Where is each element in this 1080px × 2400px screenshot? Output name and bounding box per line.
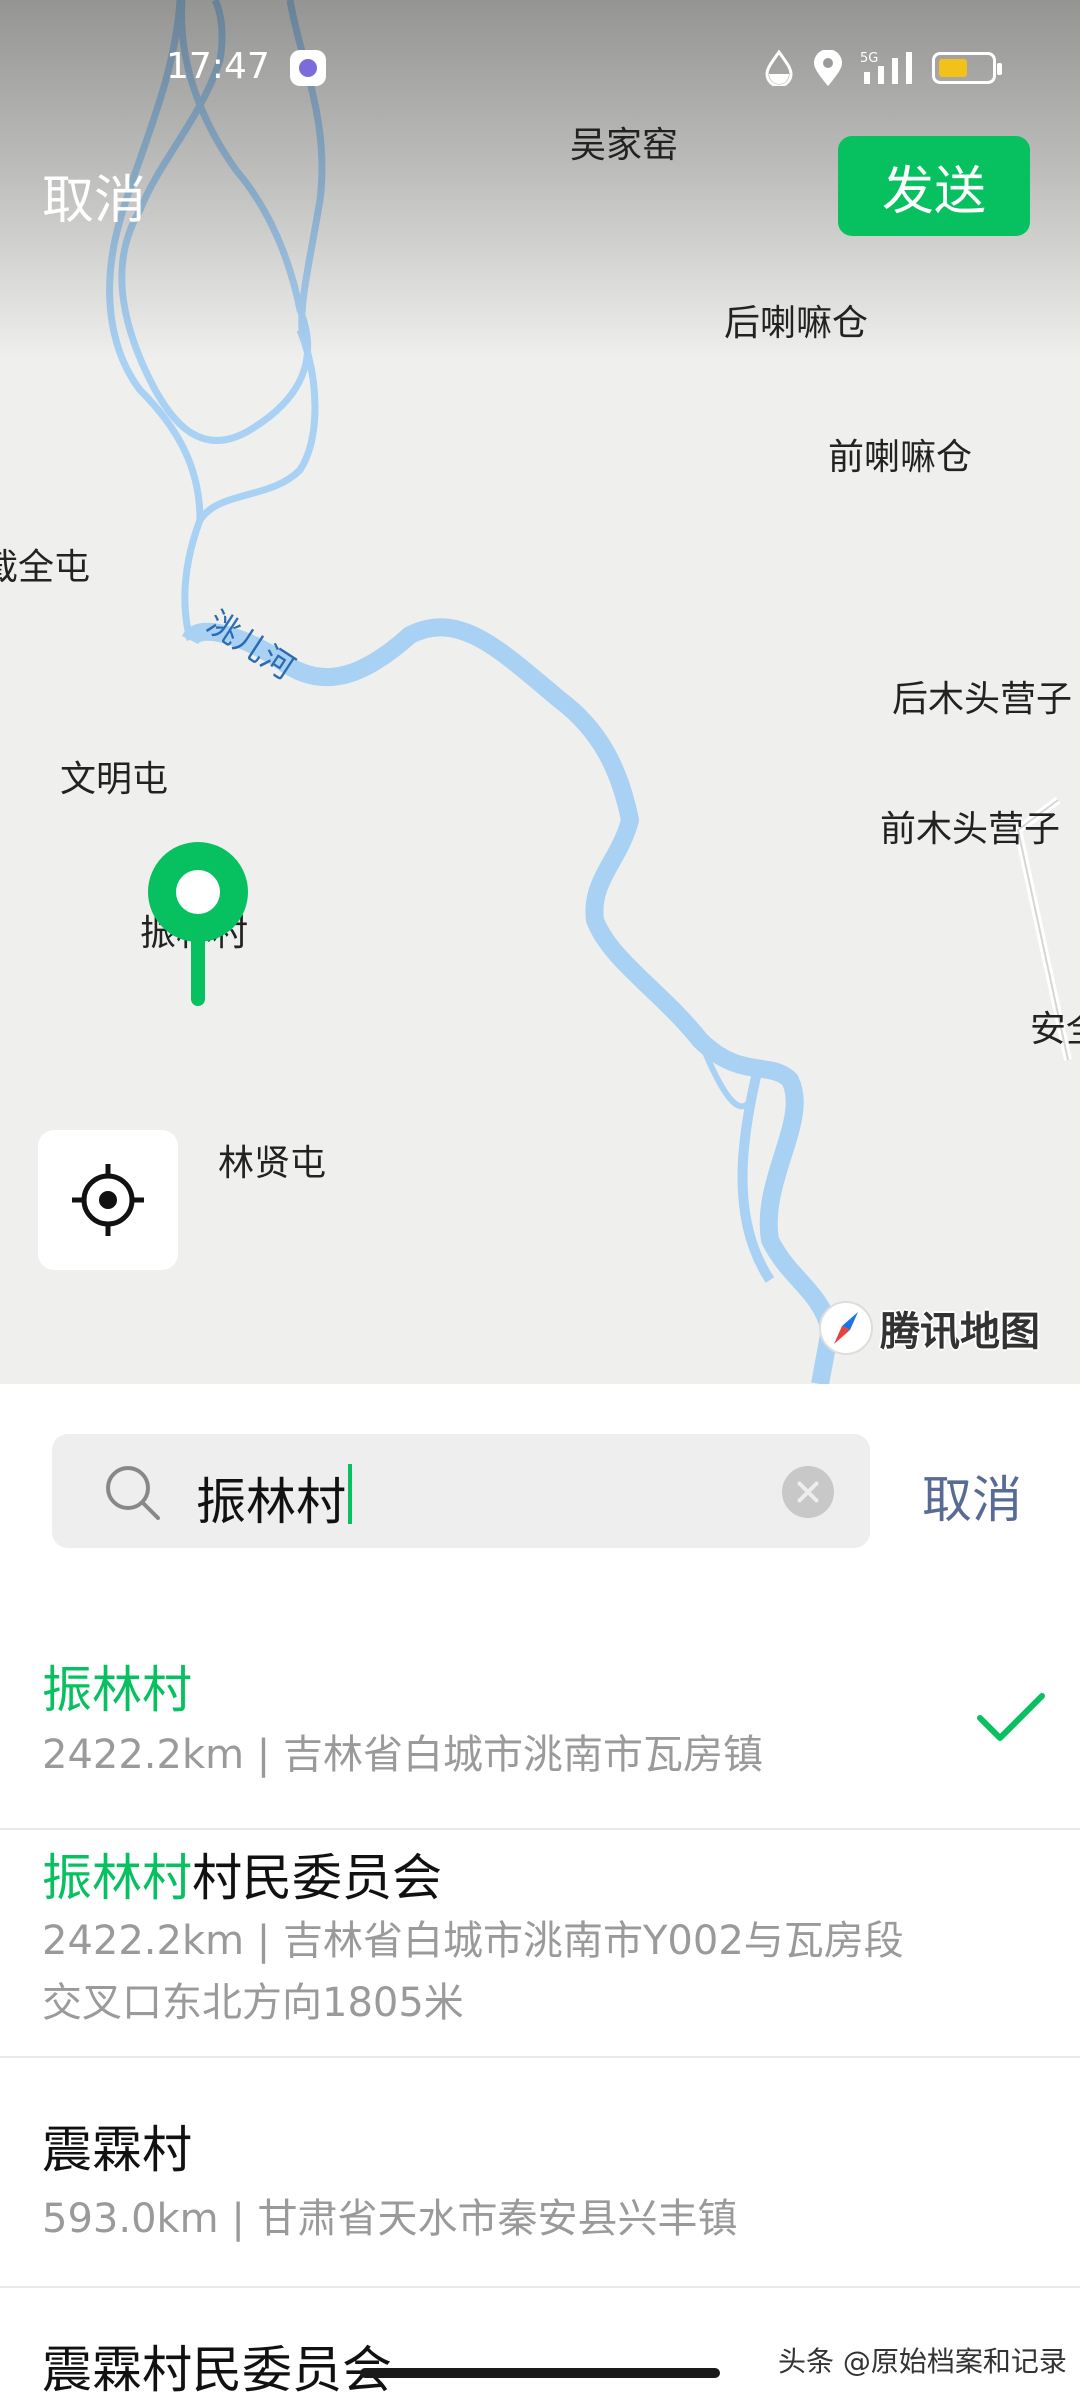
- place-label: 前喇嘛仓: [828, 437, 973, 478]
- status-time: 17:47: [166, 46, 270, 87]
- battery-icon: [932, 52, 1002, 84]
- status-bar: 17:47 5G: [0, 36, 1080, 100]
- place-label: 后喇嘛仓: [724, 303, 869, 344]
- my-location-button[interactable]: [38, 1130, 178, 1270]
- result-title: 振林村村民委员会: [42, 1838, 442, 1910]
- result-address: 2422.2km | 吉林省白城市洮南市Y002与瓦房段交叉口东北方向1805米: [42, 1918, 904, 2026]
- place-label: 吴家窑: [570, 125, 679, 166]
- notification-app-icon: [290, 50, 326, 86]
- place-label: 后木头营子: [892, 679, 1073, 720]
- tencent-map-logo-icon: [819, 1301, 873, 1355]
- cancel-button[interactable]: 取消: [42, 158, 146, 233]
- data-saver-icon: [765, 50, 793, 86]
- result-address: 2422.2km | 吉林省白城市洮南市瓦房镇: [42, 1732, 763, 1778]
- network-type-label: 5G: [860, 51, 878, 66]
- place-label: 林贤屯: [218, 1143, 327, 1184]
- result-title-rest: 震霖村民委员会: [42, 2341, 392, 2399]
- location-pin-icon[interactable]: [146, 842, 250, 1008]
- place-label: 文明屯: [60, 759, 169, 800]
- result-title-highlight: 振林村: [42, 1661, 192, 1719]
- search-box[interactable]: 振林村: [52, 1434, 870, 1548]
- place-label: 前木头营子: [880, 809, 1061, 850]
- crosshair-icon: [72, 1164, 144, 1236]
- place-label: 安全: [1030, 1009, 1080, 1050]
- search-icon: [106, 1466, 160, 1520]
- result-item[interactable]: 振林村村民委员会 2422.2km | 吉林省白城市洮南市Y002与瓦房段交叉口…: [0, 1830, 1080, 2056]
- clear-icon[interactable]: [782, 1466, 834, 1518]
- result-title: 震霖村: [42, 2110, 192, 2182]
- search-cancel-button[interactable]: 取消: [922, 1460, 1022, 1532]
- watermark: 头条 @原始档案和记录: [778, 2345, 1067, 2378]
- search-input[interactable]: 振林村: [196, 1462, 346, 1534]
- result-title-rest: 村民委员会: [192, 1849, 442, 1907]
- check-icon: [977, 1693, 1045, 1741]
- map-provider-name: 腾讯地图: [880, 1309, 1040, 1355]
- result-title: 震霖村民委员会: [42, 2330, 392, 2400]
- result-title: 振林村: [42, 1650, 192, 1722]
- result-item[interactable]: 震霖村 593.0km | 甘肃省天水市秦安县兴丰镇: [0, 2058, 1080, 2288]
- place-label: 截全屯: [0, 547, 91, 588]
- map-provider-logo: 腾讯地图: [818, 1296, 1040, 1360]
- home-indicator[interactable]: [360, 2368, 720, 2378]
- text-cursor: [348, 1464, 352, 1524]
- send-button[interactable]: 发送: [838, 136, 1030, 236]
- location-icon: [814, 50, 842, 86]
- result-address: 593.0km | 甘肃省天水市秦安县兴丰镇: [42, 2196, 738, 2242]
- result-item[interactable]: 振林村 2422.2km | 吉林省白城市洮南市瓦房镇: [0, 1640, 1080, 1830]
- cellular-signal-icon: 5G: [860, 51, 912, 84]
- result-title-rest: 震霖村: [42, 2121, 192, 2179]
- map-view[interactable]: 吴家窑 后喇嘛仓 前喇嘛仓 截全屯 后木头营子 文明屯 前木头营子 振林村 安全…: [0, 0, 1080, 1384]
- result-title-highlight: 振林村: [42, 1849, 192, 1907]
